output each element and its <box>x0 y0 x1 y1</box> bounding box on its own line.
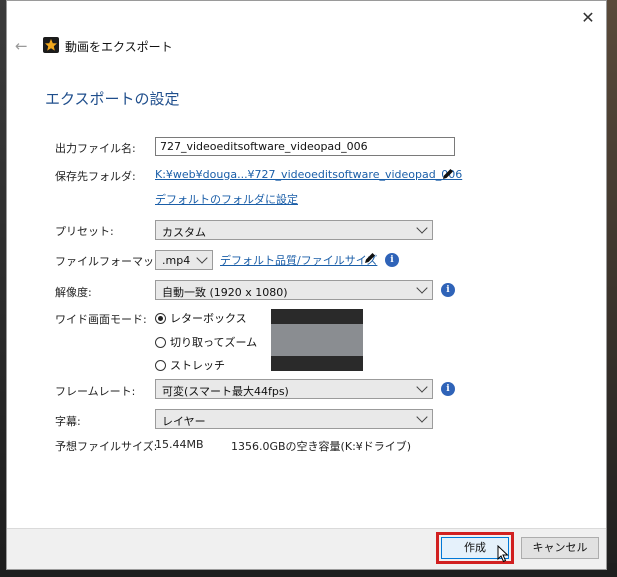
save-folder-label: 保存先フォルダ: <box>55 170 136 183</box>
resolution-select[interactable]: 自動一致 (1920 x 1080) <box>155 280 433 300</box>
radio-button[interactable] <box>155 360 166 371</box>
info-icon[interactable]: i <box>441 283 455 297</box>
cancel-button[interactable]: キャンセル <box>521 537 599 559</box>
radio-button-selected[interactable] <box>155 313 166 324</box>
pencil-icon[interactable] <box>363 251 377 265</box>
letterbox-band-top <box>271 309 363 324</box>
output-filename-input[interactable] <box>155 137 455 156</box>
export-dialog: ✕ ← 動画をエクスポート エクスポートの設定 出力ファイル名: 保存先フォルダ… <box>6 0 607 570</box>
frame-rate-label: フレームレート: <box>55 385 136 398</box>
back-arrow-icon[interactable]: ← <box>15 37 28 55</box>
quality-filesize-link[interactable]: デフォルト品質/ファイルサイズ <box>220 252 377 268</box>
preset-label: プリセット: <box>55 225 114 238</box>
letterbox-preview <box>271 309 363 371</box>
save-folder-path-link[interactable]: K:¥web¥douga...¥727_videoeditsoftware_vi… <box>155 168 462 181</box>
radio-letterbox[interactable]: レターボックス <box>155 310 247 326</box>
close-icon[interactable]: ✕ <box>578 8 598 28</box>
free-space-text: 1356.0GBの空き容量(K:¥ドライブ) <box>231 440 412 453</box>
info-icon[interactable]: i <box>385 253 399 267</box>
chevron-down-icon <box>416 282 428 294</box>
chevron-down-icon <box>416 381 428 393</box>
section-title: エクスポートの設定 <box>45 90 180 108</box>
estimated-size-value: 15.44MB <box>155 438 204 451</box>
set-default-folder-link[interactable]: デフォルトのフォルダに設定 <box>155 191 298 207</box>
subtitles-label: 字幕: <box>55 415 81 428</box>
chevron-down-icon <box>196 252 208 264</box>
app-icon <box>43 37 59 53</box>
radio-crop-zoom[interactable]: 切り取ってズーム <box>155 334 257 350</box>
resolution-value: 自動一致 (1920 x 1080) <box>162 286 288 299</box>
background-right <box>607 0 617 577</box>
radio-letterbox-label: レターボックス <box>170 312 247 325</box>
letterbox-band-bottom <box>271 356 363 371</box>
estimated-size-label: 予想ファイルサイズ: <box>55 440 158 453</box>
chevron-down-icon <box>416 222 428 234</box>
widescreen-mode-label: ワイド画面モード: <box>55 313 147 326</box>
radio-button[interactable] <box>155 337 166 348</box>
subtitles-value: レイヤー <box>162 415 206 428</box>
mouse-cursor-icon <box>497 545 509 563</box>
file-format-select[interactable]: .mp4 <box>155 250 213 270</box>
file-format-label: ファイルフォーマット: <box>55 255 169 268</box>
resolution-label: 解像度: <box>55 286 92 299</box>
preset-value: カスタム <box>162 226 206 239</box>
dialog-footer: 作成 キャンセル <box>7 528 606 569</box>
dialog-title: 動画をエクスポート <box>65 40 173 54</box>
preset-select[interactable]: カスタム <box>155 220 433 240</box>
radio-stretch-label: ストレッチ <box>170 359 225 372</box>
radio-crop-zoom-label: 切り取ってズーム <box>170 336 258 349</box>
subtitles-select[interactable]: レイヤー <box>155 409 433 429</box>
frame-rate-value: 可変(スマート最大44fps) <box>162 385 289 398</box>
output-filename-label: 出力ファイル名: <box>55 142 136 155</box>
pencil-icon[interactable] <box>441 167 455 181</box>
info-icon[interactable]: i <box>441 382 455 396</box>
chevron-down-icon <box>416 411 428 423</box>
frame-rate-select[interactable]: 可変(スマート最大44fps) <box>155 379 433 399</box>
radio-stretch[interactable]: ストレッチ <box>155 357 225 373</box>
file-format-value: .mp4 <box>162 254 191 267</box>
